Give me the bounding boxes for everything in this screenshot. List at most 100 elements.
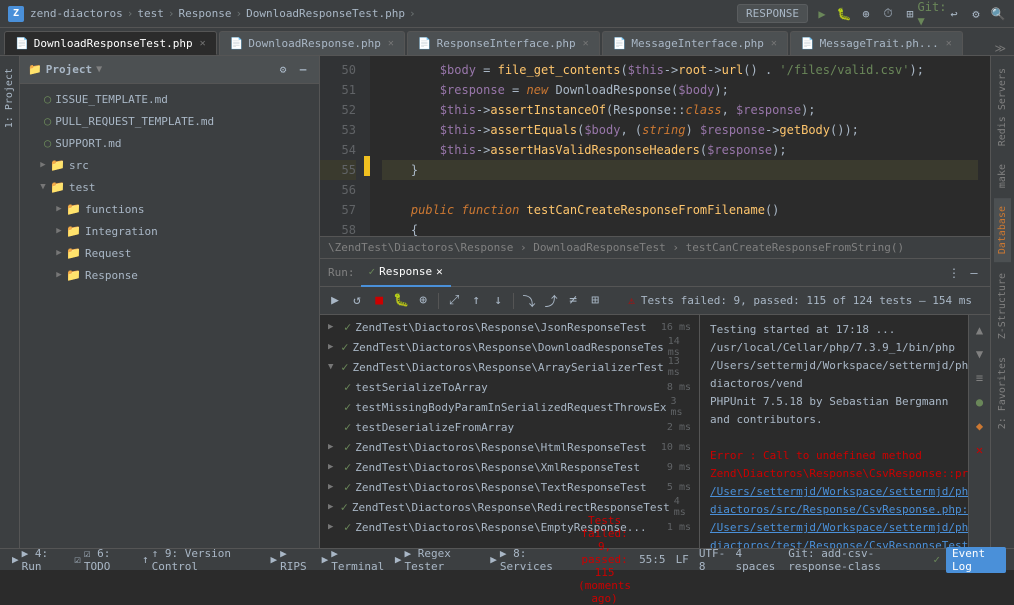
filter-console-icon[interactable]: ● — [969, 391, 991, 413]
tree-item-support[interactable]: ○ SUPPORT.md — [20, 132, 319, 154]
tab-close5-icon[interactable]: ✕ — [946, 38, 952, 49]
status-indent[interactable]: 4 spaces — [732, 547, 783, 573]
run-status-icon: ▶ — [12, 553, 19, 566]
expand-btn[interactable]: ⤢ — [445, 290, 463, 312]
tab-downloadresponsetest[interactable]: 📄 DownloadResponseTest.php ✕ — [4, 31, 217, 55]
next-fail-btn[interactable]: ↓ — [489, 290, 507, 312]
tree-item-functions[interactable]: ▶ 📁 functions — [20, 198, 319, 220]
sidebar-make[interactable]: make — [994, 156, 1011, 196]
status-position[interactable]: 55:5 — [635, 553, 670, 566]
status-terminal-btn[interactable]: ▶ ▶ Terminal — [318, 547, 389, 573]
project-dropdown-icon[interactable]: ▼ — [96, 64, 102, 75]
console-tab-close-icon[interactable]: ✕ — [436, 265, 443, 278]
filter-btn[interactable]: ⊞ — [586, 290, 604, 312]
export-btn[interactable]: ⤴ — [542, 290, 560, 312]
tree-item-request[interactable]: ▶ 📁 Request — [20, 242, 319, 264]
test-item-missing[interactable]: ✓ testMissingBodyParamInSerializedReques… — [320, 397, 699, 417]
test-time11: 1 ms — [667, 522, 691, 533]
test-item-serialize[interactable]: ✓ testSerializeToArray 8 ms — [320, 377, 699, 397]
status-todo-btn[interactable]: ☑ ☑ 6: TODO — [70, 547, 136, 573]
rips-icon: ▶ — [270, 553, 277, 566]
test-item-download[interactable]: ▶ ✓ ZendTest\Diactoros\Response\Download… — [320, 337, 699, 357]
console-toolbar: ▶ ↺ ■ 🐛 ⊕ ⤢ ↑ ↓ ⤵ ⤴ ≠ ⊞ ⚠ Tests failed: … — [320, 287, 990, 315]
panel-cog-icon[interactable]: ⚙ — [275, 62, 291, 78]
coverage-icon[interactable]: ⊕ — [858, 6, 874, 22]
test-item-array[interactable]: ▼ ✓ ZendTest\Diactoros\Response\ArraySer… — [320, 357, 699, 377]
tab-close4-icon[interactable]: ✕ — [771, 38, 777, 49]
more-icon[interactable]: ⊞ — [902, 6, 918, 22]
status-bar-left: ▶ ▶ 4: Run ☑ ☑ 6: TODO ↑ ↑ 9: Version Co… — [8, 547, 574, 573]
git-icon[interactable]: Git: ▼ — [924, 6, 940, 22]
tab-more-icon[interactable]: ≫ — [990, 42, 1010, 55]
wrap-icon[interactable]: ≡ — [969, 367, 991, 389]
tab-label5: MessageTrait.ph... — [820, 37, 939, 50]
status-lf[interactable]: LF — [672, 553, 693, 566]
sidebar-redis[interactable]: Redis Servers — [994, 60, 1011, 154]
app-icon: Z — [8, 6, 24, 22]
tab-close-icon[interactable]: ✕ — [200, 38, 206, 49]
tab-responseinterface[interactable]: 📄 ResponseInterface.php ✕ — [407, 31, 600, 55]
test-label7: ZendTest\Diactoros\Response\HtmlResponse… — [355, 441, 646, 454]
tab-messagetrait[interactable]: 📄 MessageTrait.ph... ✕ — [790, 31, 963, 55]
tree-item-integration[interactable]: ▶ 📁 Integration — [20, 220, 319, 242]
out-line-link2[interactable]: /Users/settermjd/Workspace/settermjd/php… — [710, 519, 958, 548]
console-close-icon[interactable]: — — [966, 265, 982, 281]
profile-icon[interactable]: ⏱ — [880, 6, 896, 22]
status-event-log-btn[interactable]: Event Log — [946, 547, 1006, 573]
tree-item-src[interactable]: ▶ 📁 src — [20, 154, 319, 176]
settings-icon[interactable]: ⚙ — [968, 6, 984, 22]
sidebar-vtab-project[interactable]: 1: Project — [1, 60, 18, 136]
tree-item-test[interactable]: ▼ 📁 test — [20, 176, 319, 198]
test-item-text[interactable]: ▶ ✓ ZendTest\Diactoros\Response\TextResp… — [320, 477, 699, 497]
test-item-redirect[interactable]: ▶ ✓ ZendTest\Diactoros\Response\Redirect… — [320, 497, 699, 517]
console-more-icon[interactable]: ⋮ — [946, 265, 962, 281]
status-rips-btn[interactable]: ▶ ▶ RIPS — [266, 547, 315, 573]
tree-item-response[interactable]: ▶ 📁 Response — [20, 264, 319, 286]
pin-icon[interactable]: ◆ — [969, 415, 991, 437]
test-item-deserialize[interactable]: ✓ testDeserializeFromArray 2 ms — [320, 417, 699, 437]
status-services-btn[interactable]: ▶ ▶ 8: Services — [486, 547, 574, 573]
clear-icon[interactable]: ✕ — [969, 439, 991, 461]
test-item-html[interactable]: ▶ ✓ ZendTest\Diactoros\Response\HtmlResp… — [320, 437, 699, 457]
test-item-json[interactable]: ▶ ✓ ZendTest\Diactoros\Response\JsonResp… — [320, 317, 699, 337]
status-git-branch[interactable]: Git: add-csv-response-class ✓ — [784, 547, 944, 573]
expand-json-icon: ▶ — [328, 322, 340, 332]
play-btn[interactable]: ▶ — [326, 290, 344, 312]
sidebar-database[interactable]: Database — [994, 198, 1011, 262]
debug-icon[interactable]: 🐛 — [836, 6, 852, 22]
out-line-link1[interactable]: /Users/settermjd/Workspace/settermjd/php… — [710, 483, 958, 519]
status-encoding[interactable]: UTF-8 — [695, 547, 730, 573]
scroll-down-icon[interactable]: ▼ — [969, 343, 991, 365]
sidebar-zstructure[interactable]: Z-Structure — [994, 265, 1011, 347]
tree-item-pr[interactable]: ○ PULL_REQUEST_TEMPLATE.md — [20, 110, 319, 132]
tab-close3-icon[interactable]: ✕ — [583, 38, 589, 49]
code-line-53: $this->assertEquals($body, (string) $res… — [382, 120, 978, 140]
code-editor[interactable]: $body = file_get_contents($this->root->u… — [370, 56, 990, 236]
tab-downloadresponse[interactable]: 📄 DownloadResponse.php ✕ — [219, 31, 405, 55]
panel-minimize-icon[interactable]: — — [295, 62, 311, 78]
coverage-btn[interactable]: ⊕ — [414, 290, 432, 312]
tab-close2-icon[interactable]: ✕ — [388, 38, 394, 49]
test-item-xml[interactable]: ▶ ✓ ZendTest\Diactoros\Response\XmlRespo… — [320, 457, 699, 477]
console-tab-response[interactable]: ✓ Response ✕ — [361, 259, 451, 287]
status-run-btn[interactable]: ▶ ▶ 4: Run — [8, 547, 68, 573]
sidebar-favorites[interactable]: 2: Favorites — [994, 349, 1011, 437]
console-right-sidebar: ▲ ▼ ≡ ● ◆ ✕ — [968, 315, 990, 548]
status-regex-btn[interactable]: ▶ ▶ Regex Tester — [391, 547, 484, 573]
status-vcs-btn[interactable]: ↑ ↑ 9: Version Control — [138, 547, 265, 573]
tab-messageinterface[interactable]: 📄 MessageInterface.php ✕ — [602, 31, 788, 55]
scroll-up-icon[interactable]: ▲ — [969, 319, 991, 341]
test-item-empty[interactable]: ▶ ✓ ZendTest\Diactoros\Response\EmptyRes… — [320, 517, 699, 537]
folder-test-icon: 📁 — [50, 180, 65, 194]
rerun-btn[interactable]: ↺ — [348, 290, 366, 312]
run-icon[interactable]: ▶ — [814, 6, 830, 22]
tree-item-issue[interactable]: ○ ISSUE_TEMPLATE.md — [20, 88, 319, 110]
undo-icon[interactable]: ↩ — [946, 6, 962, 22]
diff-btn[interactable]: ≠ — [564, 290, 582, 312]
run-config-button[interactable]: RESPONSE — [737, 4, 808, 23]
stop-btn[interactable]: ■ — [370, 290, 388, 312]
debug-run-btn[interactable]: 🐛 — [392, 290, 410, 312]
prev-fail-btn[interactable]: ↑ — [467, 290, 485, 312]
import-btn[interactable]: ⤵ — [520, 290, 538, 312]
search-icon[interactable]: 🔍 — [990, 6, 1006, 22]
